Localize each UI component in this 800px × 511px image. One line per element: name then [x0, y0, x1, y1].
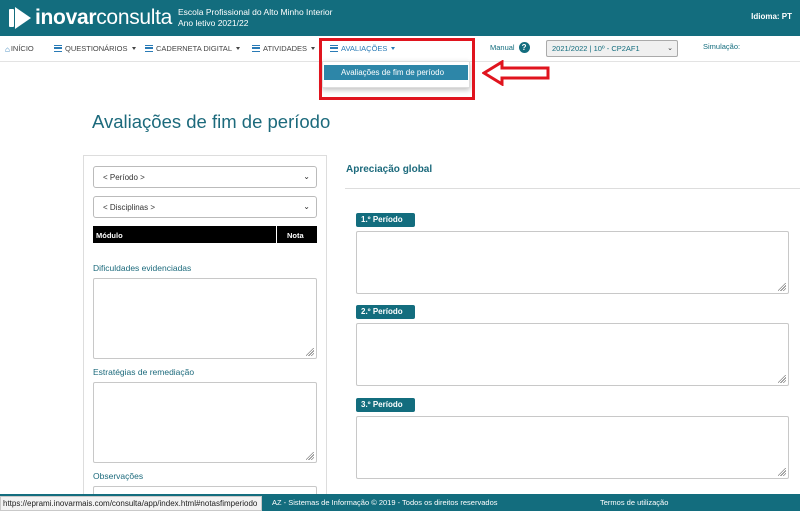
nav-digital-notebook[interactable]: CADERNETA DIGITAL: [145, 44, 240, 53]
manual-link[interactable]: Manual?: [490, 42, 530, 53]
help-icon: ?: [518, 42, 530, 53]
caret-down-icon: [131, 47, 136, 50]
period-2-textarea[interactable]: [356, 323, 789, 386]
list-icon: [252, 45, 260, 52]
resize-grip-icon[interactable]: [778, 468, 786, 476]
chevron-down-icon: ⌄: [303, 172, 310, 181]
observations-label: Observações: [93, 471, 144, 481]
remediation-label: Estratégias de remediação: [93, 367, 195, 377]
modules-table-header: Módulo Nota: [93, 226, 317, 243]
divider: [345, 188, 800, 189]
school-info: Escola Profissional do Alto Minho Interi…: [178, 7, 333, 29]
home-icon: ⌂: [5, 45, 10, 54]
annotation-arrow-icon: [482, 60, 550, 86]
school-year: Ano letivo 2021/22: [178, 18, 249, 28]
nav-home[interactable]: ⌂ INÍCIO: [5, 44, 34, 54]
logo-icon: [9, 6, 33, 30]
column-header-module: Módulo: [96, 231, 123, 240]
resize-grip-icon[interactable]: [778, 375, 786, 383]
difficulties-textarea[interactable]: [93, 278, 317, 359]
period-select[interactable]: < Período > ⌄: [93, 166, 317, 188]
simulation-label: Simulação:: [703, 42, 741, 51]
period-3-textarea[interactable]: [356, 416, 789, 479]
nav-questionnaires[interactable]: QUESTIONÁRIOS: [54, 44, 136, 53]
resize-grip-icon[interactable]: [306, 452, 314, 460]
resize-grip-icon[interactable]: [778, 283, 786, 291]
list-icon: [145, 45, 153, 52]
column-header-grade: Nota: [287, 231, 304, 240]
class-year-select[interactable]: 2021/2022 | 10º - CP2AF1 ⌄: [546, 40, 678, 57]
period-1-badge: 1.º Período: [356, 213, 415, 227]
remediation-textarea[interactable]: [93, 382, 317, 463]
caret-down-icon: [236, 47, 240, 50]
language-selector[interactable]: Idioma: PT: [751, 12, 792, 21]
period-1-textarea[interactable]: [356, 231, 789, 294]
logo-text: inovarconsulta: [35, 6, 173, 29]
terms-link[interactable]: Termos de utilização: [600, 498, 668, 507]
page-title: Avaliações de fim de período: [92, 111, 331, 132]
top-header: inovarconsulta Escola Profissional do Al…: [0, 0, 800, 36]
chevron-down-icon: ⌄: [303, 202, 310, 211]
browser-status-url: https://eprami.inovarmais.com/consulta/a…: [0, 496, 263, 511]
period-2-badge: 2.º Período: [356, 305, 415, 319]
difficulties-label: Dificuldades evidenciadas: [93, 263, 192, 273]
nav-activities[interactable]: ATIVIDADES: [252, 44, 316, 53]
caret-down-icon: [311, 47, 316, 50]
school-name: Escola Profissional do Alto Minho Interi…: [178, 7, 333, 17]
global-assessment-title: Apreciação global: [346, 164, 433, 175]
chevron-down-icon: ⌄: [667, 45, 673, 52]
subjects-select[interactable]: < Disciplinas > ⌄: [93, 196, 317, 218]
period-3-badge: 3.º Período: [356, 398, 415, 412]
annotation-highlight-box: [319, 38, 475, 100]
resize-grip-icon[interactable]: [306, 348, 314, 356]
inovar-logo[interactable]: inovarconsulta: [9, 5, 172, 31]
footer-copyright: AZ - Sistemas de Informação © 2019 - Tod…: [272, 498, 498, 507]
list-icon: [54, 45, 62, 52]
